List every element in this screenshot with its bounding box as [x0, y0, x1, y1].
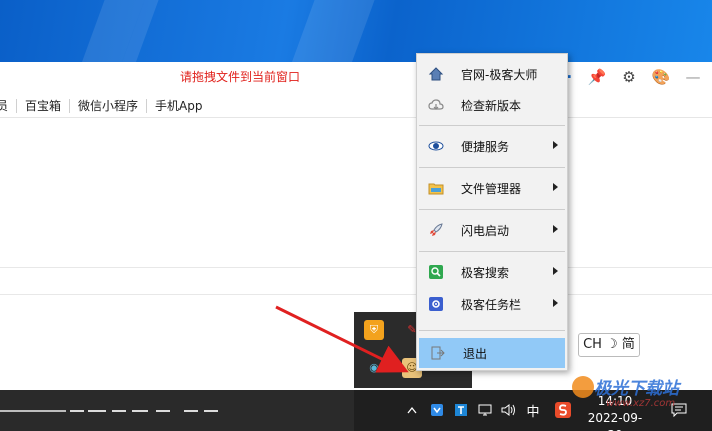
eye-icon	[427, 137, 445, 155]
tab-baibaoxiang[interactable]: 百宝箱	[17, 98, 71, 113]
taskbar-decoration	[88, 410, 106, 412]
chevron-up-icon[interactable]	[404, 400, 420, 420]
title-bar: 请拖拽文件到当前窗口 ✚ 📌 ⚙ 🎨 —	[0, 62, 712, 90]
menu-separator	[419, 330, 565, 331]
eye-tray-icon[interactable]: ◉	[364, 358, 384, 378]
menu-item-label: 官网-极客大师	[461, 67, 538, 82]
menu-item-file-manager[interactable]: 文件管理器	[417, 173, 567, 203]
sogou-ime-icon[interactable]	[552, 400, 574, 420]
taskbar-decoration	[0, 410, 66, 412]
shield-icon[interactable]: ⛨	[364, 320, 384, 340]
rocket-icon	[427, 221, 445, 239]
divider	[0, 294, 712, 295]
palette-icon[interactable]: 🎨	[650, 66, 672, 88]
menu-separator	[419, 209, 565, 210]
tab-mobile-app[interactable]: 手机App	[147, 99, 210, 113]
menu-item-exit[interactable]: 退出	[419, 338, 565, 368]
taskbar-gear-icon	[427, 295, 445, 313]
menu-separator	[419, 251, 565, 252]
menu-item-official-site[interactable]: 官网-极客大师	[417, 59, 567, 89]
menu-item-geek-search[interactable]: 极客搜索	[417, 257, 567, 287]
submenu-arrow-icon	[553, 183, 558, 191]
menu-item-check-update[interactable]: 检查新版本	[417, 90, 567, 120]
taskbar-decoration	[184, 410, 198, 412]
exit-icon	[429, 344, 447, 362]
menu-item-label: 退出	[463, 346, 488, 361]
menu-item-label: 闪电启动	[461, 223, 510, 238]
clock-date: 2022-09-30	[587, 411, 643, 431]
menu-item-flash-launch[interactable]: 闪电启动	[417, 215, 567, 245]
submenu-arrow-icon	[553, 267, 558, 275]
menu-item-label: 极客任务栏	[461, 297, 522, 312]
window-icons: ✚ 📌 ⚙ 🎨 —	[554, 66, 704, 88]
tab-bar: 员 百宝箱 微信小程序 手机App	[0, 94, 712, 118]
taskbar-decoration	[204, 410, 218, 412]
taskbar-decoration	[112, 410, 126, 412]
menu-item-label: 极客搜索	[461, 265, 510, 280]
gear-icon[interactable]: ⚙	[618, 66, 640, 88]
menu-item-geek-taskbar[interactable]: 极客任务栏	[417, 289, 567, 319]
drag-hint: 请拖拽文件到当前窗口	[180, 70, 301, 84]
watermark-text: 极光下载站	[594, 379, 679, 399]
tray-context-menu: 官网-极客大师 检查新版本 便捷服务 文件管理器 闪电启动 极客搜索 极客任务栏…	[416, 53, 568, 371]
menu-separator	[419, 167, 565, 168]
submenu-arrow-icon	[553, 225, 558, 233]
network-icon[interactable]	[476, 400, 494, 420]
watermark-url: www.xz7.com	[606, 398, 676, 409]
menu-item-label: 便捷服务	[461, 139, 510, 154]
submenu-arrow-icon	[553, 141, 558, 149]
desktop-wallpaper	[0, 0, 712, 62]
tab-partial[interactable]: 员	[0, 98, 18, 113]
menu-item-label: 文件管理器	[461, 181, 522, 196]
menu-item-label: 检查新版本	[461, 98, 522, 113]
submenu-arrow-icon	[553, 299, 558, 307]
watermark: 极光下载站 www.xz7.com	[572, 374, 712, 410]
minimize-icon[interactable]: —	[682, 66, 704, 88]
volume-icon[interactable]	[500, 400, 518, 420]
tray-app-icon[interactable]	[428, 400, 446, 420]
menu-separator	[419, 125, 565, 126]
ime-indicator[interactable]: CH ☽ 简	[578, 333, 640, 357]
taskbar-decoration	[132, 410, 148, 412]
taskbar-decoration	[156, 410, 170, 412]
home-icon	[427, 65, 445, 83]
taskbar-decoration	[70, 410, 84, 412]
tab-wechat-miniprogram[interactable]: 微信小程序	[70, 98, 148, 113]
divider	[0, 267, 712, 268]
pin-icon[interactable]: 📌	[586, 66, 608, 88]
folder-icon	[427, 179, 445, 197]
menu-item-convenient-service[interactable]: 便捷服务	[417, 131, 567, 161]
cloud-download-icon	[427, 96, 445, 114]
text-tray-icon[interactable]	[452, 400, 470, 420]
search-icon	[427, 263, 445, 281]
ime-mode-indicator[interactable]: 中	[523, 400, 543, 420]
watermark-logo-icon	[572, 376, 594, 398]
